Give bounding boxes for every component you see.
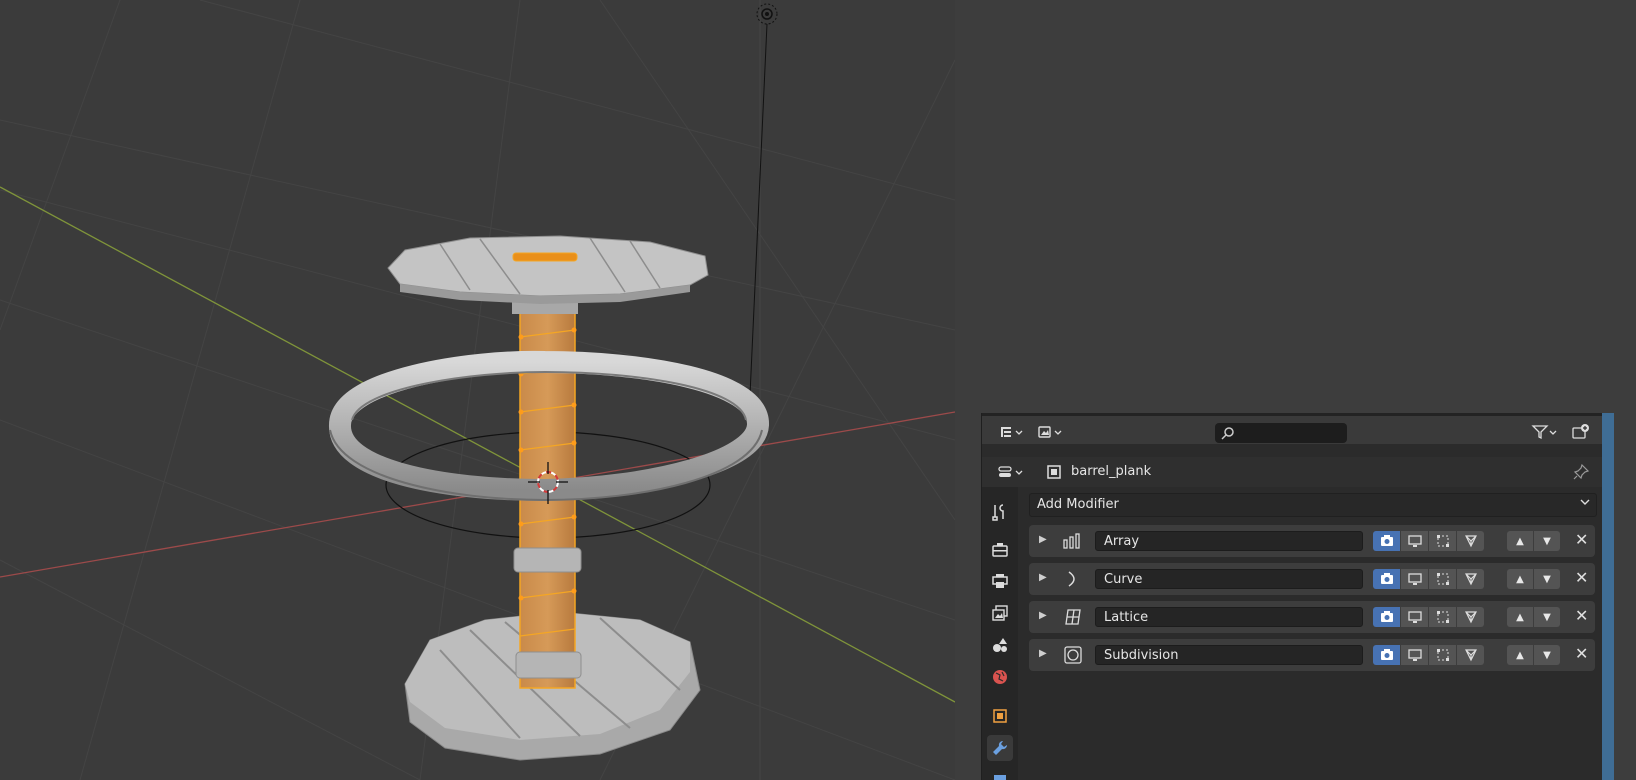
cage-toggle[interactable]	[1457, 531, 1484, 551]
outliner-search-field[interactable]	[1215, 423, 1347, 443]
modifier-visibility-toggles	[1373, 645, 1484, 665]
display-mode-icon[interactable]	[1035, 422, 1067, 442]
move-up-button[interactable]: ▲	[1507, 645, 1533, 665]
expand-arrow-icon[interactable]: ▶	[1039, 610, 1047, 621]
right-edge-area	[1614, 413, 1636, 780]
move-buttons: ▲ ▼	[1507, 645, 1560, 665]
object-name: barrel_plank	[1071, 464, 1152, 479]
subdivision-icon	[1063, 646, 1083, 664]
3d-viewport[interactable]	[0, 0, 955, 780]
modifier-visibility-toggles	[1373, 569, 1484, 589]
modifier-visibility-toggles	[1373, 531, 1484, 551]
modifier-panel-lattice[interactable]: ▶ Lattice ▲ ▼ ✕	[1029, 601, 1595, 633]
move-buttons: ▲ ▼	[1507, 531, 1560, 551]
close-icon[interactable]: ✕	[1575, 606, 1588, 625]
modifier-panel-subdivision[interactable]: ▶ Subdivision ▲ ▼ ✕	[1029, 639, 1595, 671]
image-stack-icon[interactable]	[987, 600, 1013, 626]
move-up-button[interactable]: ▲	[1507, 531, 1533, 551]
light-object[interactable]	[749, 3, 778, 396]
cage-toggle[interactable]	[1457, 645, 1484, 665]
add-modifier-label: Add Modifier	[1037, 497, 1119, 512]
modifier-name-field[interactable]: Subdivision	[1095, 645, 1363, 665]
modifier-visibility-toggles	[1373, 607, 1484, 627]
scene-icon[interactable]	[987, 632, 1013, 658]
properties-scrollbar[interactable]	[1602, 413, 1614, 780]
modifier-name-field[interactable]: Lattice	[1095, 607, 1363, 627]
new-collection-icon[interactable]	[1570, 422, 1592, 442]
move-buttons: ▲ ▼	[1507, 607, 1560, 627]
filter-icon[interactable]	[1530, 422, 1562, 442]
printer-icon[interactable]	[987, 568, 1013, 594]
editmode-toggle[interactable]	[1429, 607, 1456, 627]
cage-toggle[interactable]	[1457, 607, 1484, 627]
outliner-editor-icon[interactable]	[998, 422, 1028, 442]
particles-icon[interactable]	[987, 765, 1013, 780]
wrench-icon[interactable]	[987, 735, 1013, 761]
small-band-lower	[515, 651, 582, 679]
move-up-button[interactable]: ▲	[1507, 607, 1533, 627]
pin-icon[interactable]	[1572, 462, 1590, 482]
modifier-name-field[interactable]: Array	[1095, 531, 1363, 551]
viewport-scene[interactable]	[0, 0, 955, 780]
move-up-button[interactable]: ▲	[1507, 569, 1533, 589]
realtime-toggle[interactable]	[1401, 531, 1428, 551]
modifier-panel-array[interactable]: ▶ Array ▲ ▼ ✕	[1029, 525, 1595, 557]
close-icon[interactable]: ✕	[1575, 644, 1588, 663]
edit-cage-toggle[interactable]	[1373, 569, 1400, 589]
modifier-name-field[interactable]: Curve	[1095, 569, 1363, 589]
wrench-screwdriver-icon[interactable]	[987, 499, 1013, 525]
editmode-toggle[interactable]	[1429, 569, 1456, 589]
camera-back-icon[interactable]	[987, 536, 1013, 562]
object-data-icon	[1045, 462, 1063, 482]
properties-tabs	[982, 487, 1018, 780]
move-down-button[interactable]: ▼	[1534, 531, 1560, 551]
realtime-toggle[interactable]	[1401, 569, 1428, 589]
array-icon	[1063, 532, 1083, 550]
search-icon	[1221, 427, 1234, 440]
editor-type-dropdown[interactable]	[996, 462, 1028, 482]
close-icon[interactable]: ✕	[1575, 568, 1588, 587]
editmode-toggle[interactable]	[1429, 645, 1456, 665]
small-band-upper	[513, 547, 582, 573]
outliner-header	[982, 413, 1603, 444]
editmode-toggle[interactable]	[1429, 531, 1456, 551]
properties-editor: barrel_plank Add Modifier ▶ Array ▲ ▼ ✕ …	[981, 413, 1603, 780]
top-lid-mesh[interactable]	[387, 235, 709, 304]
modifier-panel-curve[interactable]: ▶ Curve ▲ ▼ ✕	[1029, 563, 1595, 595]
lattice-icon	[1063, 608, 1083, 626]
move-down-button[interactable]: ▼	[1534, 569, 1560, 589]
move-down-button[interactable]: ▼	[1534, 645, 1560, 665]
edit-cage-toggle[interactable]	[1373, 531, 1400, 551]
world-icon[interactable]	[987, 664, 1013, 690]
curve-icon	[1063, 570, 1083, 588]
object-context-row: barrel_plank	[982, 457, 1603, 487]
realtime-toggle[interactable]	[1401, 645, 1428, 665]
realtime-toggle[interactable]	[1401, 607, 1428, 627]
edit-cage-toggle[interactable]	[1373, 645, 1400, 665]
empty-editor-area	[955, 0, 1636, 413]
cage-toggle[interactable]	[1457, 569, 1484, 589]
expand-arrow-icon[interactable]: ▶	[1039, 648, 1047, 659]
object-square-icon[interactable]	[987, 703, 1013, 729]
move-buttons: ▲ ▼	[1507, 569, 1560, 589]
expand-arrow-icon[interactable]: ▶	[1039, 534, 1047, 545]
chevron-down-icon	[1580, 497, 1590, 510]
expand-arrow-icon[interactable]: ▶	[1039, 572, 1047, 583]
edit-cage-toggle[interactable]	[1373, 607, 1400, 627]
move-down-button[interactable]: ▼	[1534, 607, 1560, 627]
close-icon[interactable]: ✕	[1575, 530, 1588, 549]
add-modifier-dropdown[interactable]: Add Modifier	[1029, 493, 1597, 517]
